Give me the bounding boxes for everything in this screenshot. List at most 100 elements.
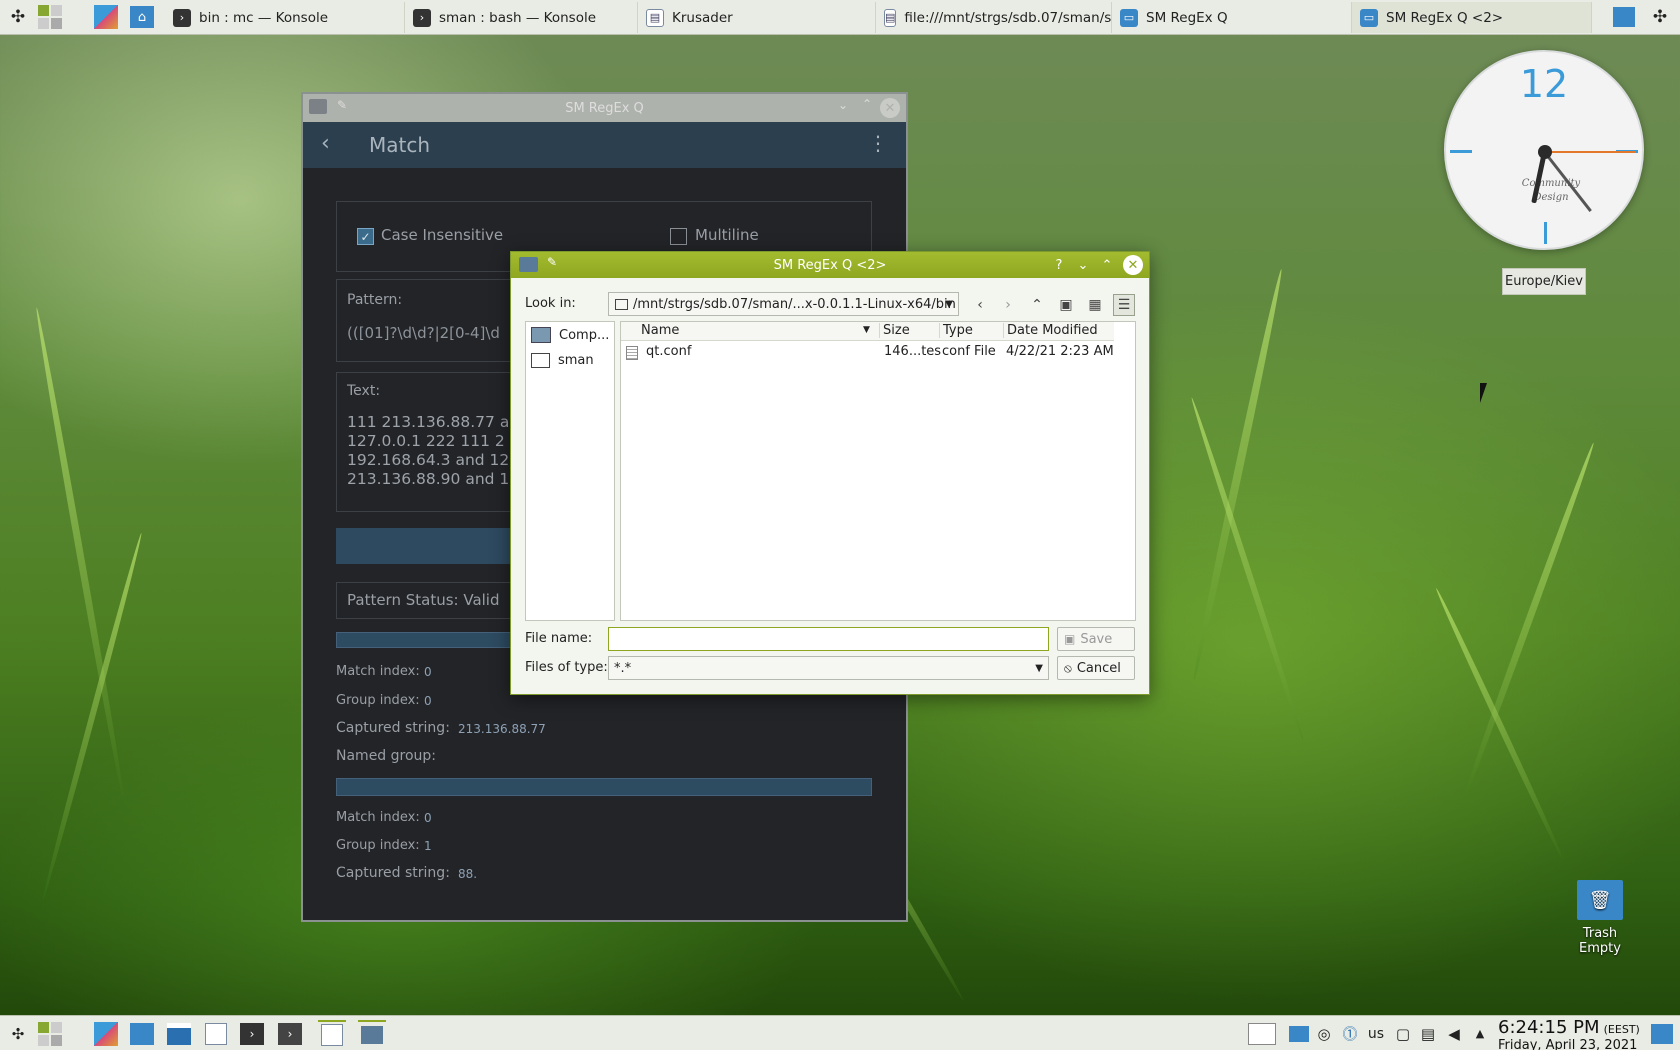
maximize-icon[interactable]: ⌃	[1097, 255, 1117, 275]
files-of-type-combo[interactable]: *.* ▼	[608, 656, 1049, 680]
text-line: 213.136.88.90 and 1	[347, 470, 510, 488]
window-app-icon	[519, 257, 538, 272]
file-size: 146...tes	[884, 344, 942, 359]
group-index-value: 0	[424, 694, 432, 708]
clipboard-icon[interactable]: ▤	[1414, 1020, 1442, 1047]
expand-tray-icon[interactable]: ▲	[1466, 1020, 1494, 1047]
file-list[interactable]: Name ▼ Size Type Date Modified qt.conf 1…	[620, 321, 1136, 621]
task-konsole-mc[interactable]: › bin : mc — Konsole	[165, 2, 405, 33]
clock-date: Friday, April 23, 2021	[1498, 1038, 1638, 1050]
pin-icon[interactable]: ✎	[547, 255, 557, 269]
save-button[interactable]: ▣ Save	[1057, 627, 1135, 651]
column-date[interactable]: Date Modified	[1003, 323, 1098, 338]
panel-settings-icon[interactable]: ✣	[1646, 3, 1674, 31]
task-krusader-file[interactable]: ▤ file:///mnt/strgs/sdb.07/sman/s...	[876, 2, 1112, 33]
analog-clock[interactable]: 12 Community Design	[1444, 50, 1644, 250]
minimize-icon[interactable]: ⌄	[838, 98, 848, 112]
volume-icon[interactable]: ◀	[1440, 1020, 1468, 1047]
place-sman[interactable]: sman	[531, 353, 594, 368]
pager-icon[interactable]	[36, 3, 64, 31]
look-in-combo[interactable]: /mnt/strgs/sdb.07/sman/...x-0.0.1.1-Linu…	[608, 292, 959, 316]
back-icon[interactable]: ‹	[969, 294, 991, 316]
krusader-icon: ▤	[646, 8, 664, 27]
match-index-label: Match index:	[336, 664, 420, 679]
trash-desktop-item[interactable]: 🗑 Trash Empty	[1560, 880, 1640, 956]
group-index-value: 1	[424, 839, 432, 853]
forward-icon[interactable]: ›	[997, 294, 1019, 316]
column-type[interactable]: Type	[939, 323, 973, 338]
application-launcher-icon[interactable]: ✣	[4, 3, 32, 31]
help-icon[interactable]: ?	[1049, 255, 1069, 275]
close-icon[interactable]: ✕	[880, 98, 900, 118]
dialog-title: SM RegEx Q <2>	[773, 257, 887, 273]
grass-blade	[1190, 268, 1286, 681]
file-date: 4/22/21 2:23 AM	[1006, 344, 1114, 359]
folder-icon[interactable]	[128, 1020, 156, 1047]
kde-icon[interactable]	[92, 3, 120, 31]
pattern-status: Pattern Status: Valid	[347, 591, 500, 609]
regex-app-task-icon[interactable]	[358, 1020, 386, 1047]
folder-view-icon[interactable]	[1285, 1020, 1313, 1047]
place-computer[interactable]: Comp...	[531, 327, 609, 343]
minimize-icon[interactable]: ⌄	[1073, 255, 1093, 275]
task-konsole-bash[interactable]: › sman : bash — Konsole	[405, 2, 638, 33]
maximize-icon[interactable]: ⌃	[862, 97, 872, 111]
terminal-icon[interactable]: ›	[238, 1020, 266, 1047]
file-name-input[interactable]	[608, 627, 1049, 651]
pager-icon[interactable]	[36, 1020, 64, 1047]
updates-icon[interactable]: ◎	[1310, 1020, 1338, 1047]
terminal-icon: ›	[173, 8, 191, 27]
top-taskbar: ✣ ⌂ › bin : mc — Konsole › sman : bash —…	[0, 0, 1680, 35]
back-arrow-icon[interactable]: ‹	[321, 131, 330, 156]
dialog-titlebar[interactable]: ✎ SM RegEx Q <2> ? ⌄ ⌃ ✕	[511, 252, 1149, 278]
text-input[interactable]: 111 213.136.88.77 a 127.0.0.1 222 111 2 …	[347, 413, 509, 489]
grass-blade	[1188, 396, 1306, 741]
clock-tick-6	[1544, 222, 1547, 244]
accessibility-icon[interactable]: ⓵	[1336, 1020, 1364, 1047]
kde-icon[interactable]	[92, 1020, 120, 1047]
file-manager-icon[interactable]	[165, 1020, 193, 1047]
list-view-icon[interactable]: ▦	[1084, 294, 1106, 316]
clock-tick-9	[1450, 150, 1472, 153]
mouse-cursor-icon	[1480, 383, 1487, 403]
text-line: 127.0.0.1 222 111 2	[347, 432, 505, 450]
task-sm-regex-q-2[interactable]: ▭ SM RegEx Q <2>	[1352, 2, 1592, 33]
home-folder-icon[interactable]: ⌂	[128, 3, 156, 31]
page-title: Match	[369, 133, 431, 157]
overflow-menu-icon[interactable]: ⋮	[868, 131, 888, 155]
show-desktop-icon[interactable]	[1648, 1020, 1676, 1047]
digital-clock[interactable]: 6:24:15 PM (EEST) Friday, April 23, 2021	[1498, 1017, 1640, 1050]
column-name[interactable]: Name	[641, 323, 679, 338]
application-launcher-icon[interactable]: ✣	[4, 1020, 32, 1047]
task-sm-regex-q[interactable]: ▭ SM RegEx Q	[1112, 2, 1352, 33]
column-size[interactable]: Size	[879, 323, 910, 338]
case-insensitive-checkbox[interactable]: ✓	[357, 228, 374, 245]
clock-center	[1538, 145, 1552, 159]
krusader-task-icon[interactable]	[318, 1020, 346, 1047]
show-desktop-icon[interactable]	[1610, 3, 1638, 31]
close-icon[interactable]: ✕	[1123, 255, 1143, 275]
cancel-button[interactable]: ⦸ Cancel	[1057, 656, 1135, 680]
file-type: conf File	[942, 344, 996, 359]
detail-view-icon[interactable]: ☰	[1113, 294, 1135, 316]
parent-directory-icon[interactable]: ⌃	[1026, 294, 1048, 316]
pattern-input[interactable]: (([01]?\d\d?|2[0-4]\d	[347, 324, 500, 342]
file-row[interactable]: qt.conf 146...tes conf File 4/22/21 2:23…	[621, 343, 1114, 363]
look-in-path: /mnt/strgs/sdb.07/sman/...x-0.0.1.1-Linu…	[633, 296, 956, 312]
pattern-label: Pattern:	[347, 292, 403, 308]
clipboard-widget-icon[interactable]	[1248, 1020, 1276, 1047]
group-index-label: Group index:	[336, 693, 420, 708]
main-window-titlebar[interactable]: ✎ SM RegEx Q ⌄ ⌃ ✕	[303, 94, 906, 122]
multiline-checkbox[interactable]	[670, 228, 687, 245]
new-folder-icon[interactable]: ▣	[1055, 294, 1077, 316]
clock-second-hand	[1544, 151, 1636, 153]
krusader-icon[interactable]	[202, 1020, 230, 1047]
grass-blade	[33, 306, 127, 801]
task-krusader[interactable]: ▤ Krusader	[638, 2, 876, 33]
terminal-icon[interactable]: ›	[276, 1020, 304, 1047]
text-file-icon	[626, 346, 638, 360]
keyboard-layout[interactable]: us	[1362, 1020, 1390, 1047]
match-index-value: 0	[424, 811, 432, 825]
pin-icon[interactable]: ✎	[337, 98, 347, 112]
network-icon[interactable]: ▢	[1389, 1020, 1417, 1047]
